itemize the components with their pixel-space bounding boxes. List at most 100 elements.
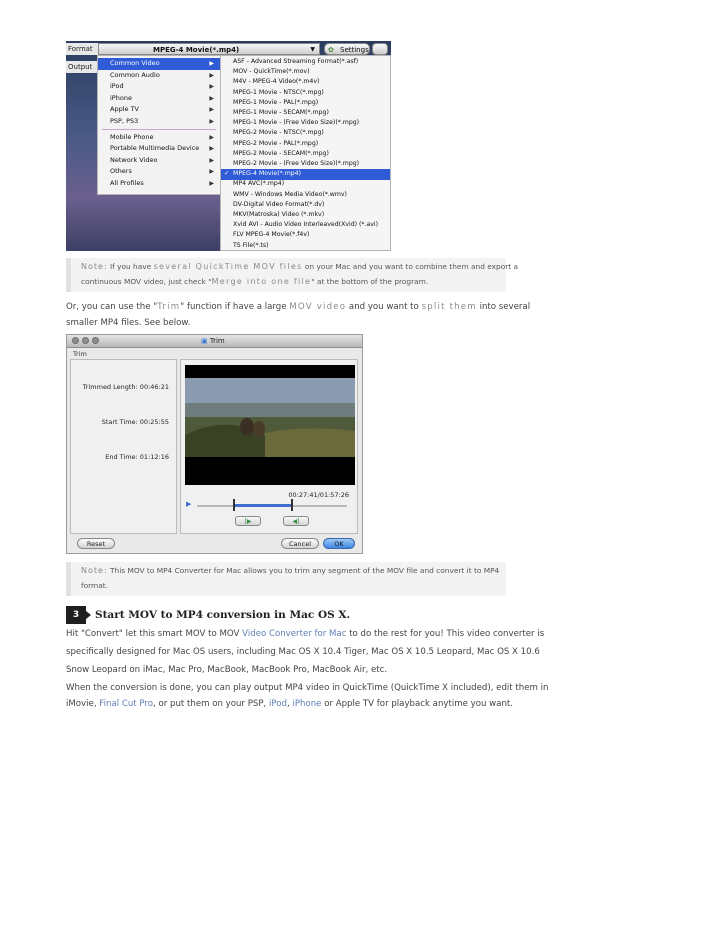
category-menu-item[interactable]: Apple TV ▶ — [98, 104, 220, 116]
ok-button[interactable]: OK — [323, 538, 355, 549]
zoom-window-button[interactable] — [92, 337, 99, 344]
menu-separator — [102, 128, 216, 130]
format-menu-item[interactable]: MPEG-1 Movie - NTSC(*.mpg) — [221, 88, 390, 99]
chevron-right-icon: ▶ — [209, 83, 214, 91]
format-menu-item[interactable]: MPEG-1 Movie - (Free Video Size)(*.mpg) — [221, 118, 390, 129]
format-menu-item-label: DV-Digital Video Format(*.dv) — [233, 200, 325, 208]
format-menu-item[interactable]: DV-Digital Video Format(*.dv) — [221, 200, 390, 211]
category-menu-item[interactable]: iPhone ▶ — [98, 93, 220, 105]
format-menu-item[interactable]: WMV - Windows Media Video(*.wmv) — [221, 190, 390, 201]
category-menu-item[interactable]: Mobile Phone ▶ — [98, 132, 220, 144]
set-end-button[interactable]: ◀] — [283, 516, 309, 526]
note-text: on your Mac and you want to combine them… — [304, 262, 519, 271]
format-menu-item[interactable]: MP4 AVC(*.mp4) — [221, 179, 390, 190]
format-submenu: ASF - Advanced Streaming Format(*.asf) MO… — [220, 55, 391, 251]
category-menu-item[interactable]: All Profiles ▶ — [98, 178, 220, 190]
link-ipod[interactable]: iPod — [269, 699, 287, 709]
window-titlebar: ▣ Trim — [67, 335, 362, 348]
category-menu-item-label: All Profiles — [110, 179, 144, 187]
window-title-text: Trim — [209, 337, 225, 345]
format-menu-item[interactable]: Xvid AVI - Audio Video Interleaved(Xvid)… — [221, 220, 390, 231]
paragraph-convert-line3: Snow Leopard on iMac, Mac Pro, MacBook, … — [66, 665, 388, 675]
link-video-converter-for-mac[interactable]: Video Converter for Mac — [242, 629, 346, 639]
paragraph-convert-line1: Hit "Convert" let this smart MOV to MOV … — [66, 626, 544, 643]
format-menu-item[interactable]: MPEG-2 Movie - SECAM(*.mpg) — [221, 149, 390, 160]
step-arrow-icon — [86, 611, 91, 619]
paragraph-trim-line1: Or, you can use the "Trim" function if h… — [66, 299, 530, 316]
category-menu-item[interactable]: PSP, PS3 ▶ — [98, 116, 220, 128]
format-menu-item[interactable]: MPEG-2 Movie - (Free Video Size)(*.mpg) — [221, 159, 390, 170]
paragraph-convert-line2: specifically designed for Mac OS users, … — [66, 647, 540, 657]
format-menu-item[interactable]: MPEG-1 Movie - PAL(*.mpg) — [221, 98, 390, 109]
settings-button[interactable]: ✿ Settings — [324, 43, 370, 55]
format-menu-item[interactable]: TS File(*.ts) — [221, 241, 390, 251]
category-menu-item[interactable]: Common Audio ▶ — [98, 70, 220, 82]
text: " function if have a large — [180, 302, 287, 312]
end-time: End Time: 01:12:16 — [105, 453, 169, 461]
format-menu-item[interactable]: ✓ MPEG-4 Movie(*.mp4) — [221, 169, 390, 180]
format-menu-item-label: ASF - Advanced Streaming Format(*.asf) — [233, 58, 359, 65]
format-menu-item[interactable]: MOV - QuickTime(*.mov) — [221, 67, 390, 78]
trim-window-screenshot: ▣ Trim Trim Trimmed Length: 00:46:21 Sta… — [66, 334, 363, 554]
trimmed-length: Trimmed Length: 00:46:21 — [82, 383, 169, 391]
close-window-button[interactable] — [72, 337, 79, 344]
category-menu-item[interactable]: Portable Multimedia Device ▶ — [98, 143, 220, 155]
set-start-button[interactable]: [▶ — [235, 516, 261, 526]
category-menu-item-label: Others — [110, 167, 132, 176]
category-menu-item-label: iPhone — [110, 93, 132, 102]
reset-button[interactable]: Reset — [77, 538, 115, 549]
text: iMovie, — [66, 699, 97, 709]
video-preview — [185, 365, 355, 485]
chevron-right-icon: ▶ — [209, 60, 214, 67]
category-menu-item-label: Apple TV — [110, 105, 139, 114]
chevron-right-icon: ▶ — [209, 180, 214, 187]
format-menu-item-label: MPEG-1 Movie - NTSC(*.mpg) — [233, 88, 324, 96]
note-trim: Note: This MOV to MP4 Converter for Mac … — [66, 562, 506, 596]
play-icon[interactable]: ▶ — [186, 500, 191, 508]
category-menu-item[interactable]: Common Video ▶ — [98, 58, 220, 70]
minimize-window-button[interactable] — [82, 337, 89, 344]
note-label: Note: — [81, 566, 108, 575]
end-handle[interactable] — [291, 499, 293, 511]
category-menu-item[interactable]: Network Video ▶ — [98, 155, 220, 167]
note-highlight: Merge into one file — [211, 277, 312, 286]
format-menu-item[interactable]: MPEG-1 Movie - SECAM(*.mpg) — [221, 108, 390, 119]
text: or Apple TV for playback anytime you wan… — [324, 699, 513, 709]
format-menu-item[interactable]: MPEG-2 Movie - PAL(*.mpg) — [221, 139, 390, 150]
text: to do the rest for you! This video conve… — [349, 629, 545, 639]
format-menu-item-label: M4V - MPEG-4 Video(*.m4v) — [233, 78, 320, 86]
text: into several — [479, 302, 531, 312]
format-menu-item-label: MP4 AVC(*.mp4) — [233, 180, 285, 188]
paragraph-trim-line2: smaller MP4 files. See below. — [66, 318, 191, 328]
output-label: Output — [66, 61, 98, 73]
format-menu-item[interactable]: M4V - MPEG-4 Video(*.m4v) — [221, 77, 390, 88]
category-menu-item[interactable]: iPod ▶ — [98, 81, 220, 93]
step-title: Start MOV to MP4 conversion in Mac OS X. — [95, 609, 351, 621]
note-text: format. — [81, 581, 109, 590]
format-menu-item[interactable]: MPEG-2 Movie - NTSC(*.mpg) — [221, 128, 390, 139]
link-final-cut-pro[interactable]: Final Cut Pro — [99, 699, 153, 709]
format-menu-item[interactable]: FLV MPEG-4 Movie(*.f4v) — [221, 230, 390, 241]
step-number-badge: 3 — [66, 606, 86, 624]
category-menu-item[interactable]: Others ▶ — [98, 166, 220, 178]
note-merge: Note: If you have several QuickTime MOV … — [66, 258, 518, 292]
format-menu-item-label: WMV - Windows Media Video(*.wmv) — [233, 190, 347, 198]
link-iphone[interactable]: iPhone — [292, 699, 321, 709]
format-menu-item-label: MPEG-2 Movie - NTSC(*.mpg) — [233, 129, 324, 137]
extra-toolbar-button[interactable] — [372, 43, 388, 55]
cancel-button[interactable]: Cancel — [281, 538, 319, 549]
format-menu-item-label: MPEG-2 Movie - (Free Video Size)(*.mpg) — [233, 160, 360, 167]
format-dropdown[interactable]: MPEG-4 Movie(*.mp4) ▼ — [98, 43, 320, 55]
chevron-right-icon: ▶ — [209, 71, 214, 79]
trim-group-label: Trim — [73, 350, 87, 358]
category-menu-item-label: Mobile Phone — [110, 132, 154, 141]
format-menu-item-label: MPEG-2 Movie - SECAM(*.mpg) — [233, 149, 329, 157]
start-time: Start Time: 00:25:55 — [101, 418, 169, 426]
format-menu-item-label: MKV(Matroska) Video (*.mkv) — [233, 211, 325, 218]
format-menu-item[interactable]: MKV(Matroska) Video (*.mkv) — [221, 210, 390, 221]
category-menu-item-label: Common Video — [110, 59, 160, 67]
text: Or, you can use the " — [66, 302, 158, 312]
start-handle[interactable] — [233, 499, 235, 511]
text: , or put them on your PSP, — [153, 699, 267, 709]
format-menu-item[interactable]: ASF - Advanced Streaming Format(*.asf) — [221, 57, 390, 68]
